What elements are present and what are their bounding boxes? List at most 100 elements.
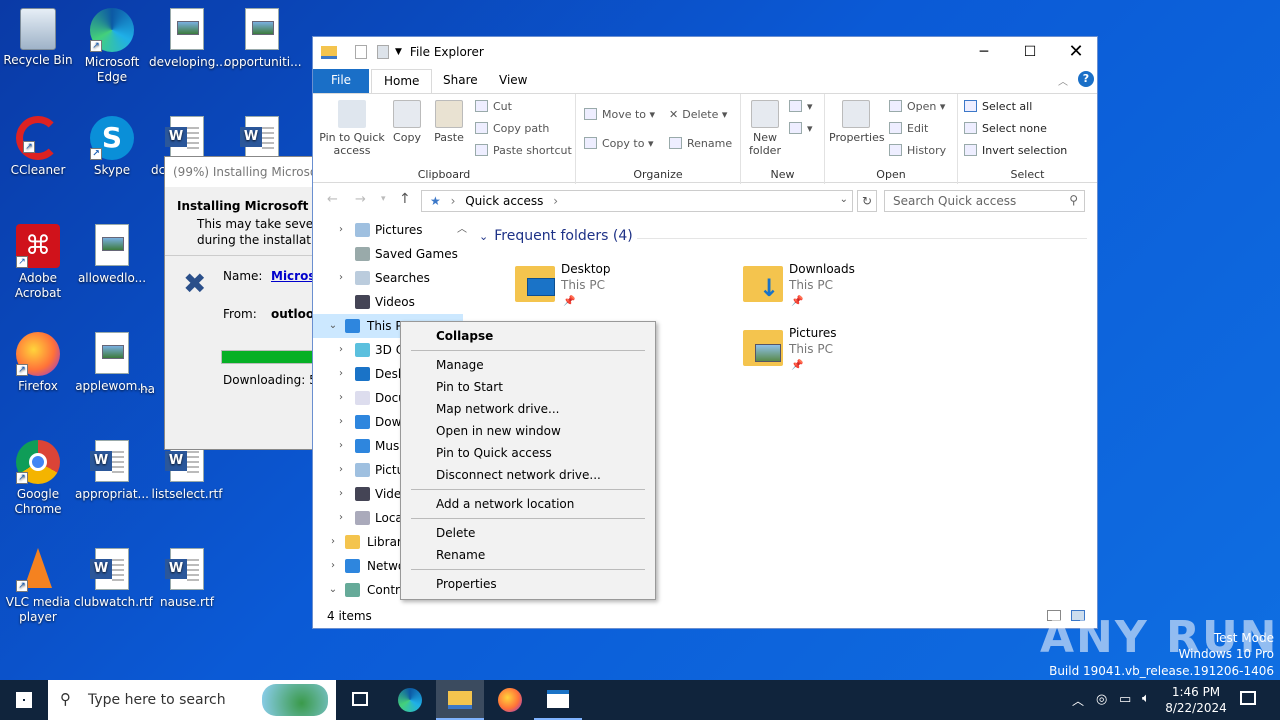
copy-to-button[interactable]: Copy to ▾ xyxy=(584,137,653,150)
folder-icon xyxy=(448,691,472,709)
desktop-icon-nause[interactable]: W nause.rtf xyxy=(149,548,225,610)
clipboard-group: Pin to Quick access Copy Paste Cut Copy … xyxy=(313,94,576,184)
desktop-icon-acrobat[interactable]: ⌘ ↗ Adobe Acrobat xyxy=(0,224,76,301)
installer-icon xyxy=(547,690,569,708)
edit-button[interactable]: Edit xyxy=(889,122,928,135)
back-icon[interactable]: ← xyxy=(327,192,338,207)
select-none-button[interactable]: Select none xyxy=(964,122,1047,135)
desktop-icon-chrome[interactable]: ↗ Google Chrome xyxy=(0,440,76,517)
copy-button[interactable]: Copy xyxy=(389,100,425,144)
minimize-button[interactable]: ─ xyxy=(961,37,1007,67)
desktop-icon-developing[interactable]: developing... xyxy=(149,8,227,70)
taskbar-firefox[interactable] xyxy=(486,680,534,720)
up-icon[interactable]: ↑ xyxy=(399,191,411,207)
desktop-icon-allowedlo[interactable]: allowedlo... xyxy=(74,224,150,286)
desktop-icon-opportuniti[interactable]: opportuniti... xyxy=(224,8,302,70)
desktop-icon-ha[interactable]: ha xyxy=(140,372,164,397)
tab-share[interactable]: Share xyxy=(431,69,490,93)
forward-icon[interactable]: → xyxy=(355,192,366,207)
menu-item-collapse[interactable]: Collapse xyxy=(436,327,493,345)
select-group: Select all Select none Invert selection … xyxy=(958,94,1097,184)
paste-button[interactable]: Paste xyxy=(431,100,467,144)
downloads-folder-icon: ↓ xyxy=(743,266,783,302)
desktop-icon-clubwatch[interactable]: W clubwatch.rtf xyxy=(74,548,153,610)
cut-button[interactable]: Cut xyxy=(475,100,512,113)
menu-item-add-network-location[interactable]: Add a network location xyxy=(436,495,574,513)
menu-item-rename[interactable]: Rename xyxy=(436,546,485,564)
qat-dropdown-icon[interactable]: ▼ xyxy=(395,47,402,57)
from-label: From: xyxy=(223,307,257,321)
history-button[interactable]: History xyxy=(889,144,946,157)
security-icon[interactable]: ◎ xyxy=(1096,692,1107,707)
menu-item-disconnect-network-drive[interactable]: Disconnect network drive... xyxy=(436,466,601,484)
installer-title: (99%) Installing Microsoft Supp xyxy=(165,157,323,187)
maximize-button[interactable]: ☐ xyxy=(1007,37,1053,67)
clock[interactable]: 1:46 PM 8/22/2024 xyxy=(1164,684,1228,716)
taskbar-search-box[interactable]: ⚲ Type here to search xyxy=(48,680,336,720)
menu-item-pin-to-start[interactable]: Pin to Start xyxy=(436,378,503,396)
new-folder-button[interactable]: New folder xyxy=(745,100,785,157)
move-to-button[interactable]: Move to ▾ xyxy=(584,108,655,121)
copy-path-button[interactable]: Copy path xyxy=(475,122,549,135)
image-file-icon xyxy=(240,8,284,52)
desktop-icon-vlc[interactable]: ↗ VLC media player xyxy=(0,548,76,625)
folder-pictures[interactable]: Pictures This PC 📌 xyxy=(743,326,963,382)
control-panel-icon xyxy=(345,583,360,597)
address-field[interactable]: ★ › Quick access › ⌄ xyxy=(421,190,853,212)
frequent-folders-header[interactable]: ⌄ Frequent folders (4) xyxy=(479,228,633,244)
help-icon[interactable]: ? xyxy=(1078,71,1094,87)
paste-shortcut-button[interactable]: Paste shortcut xyxy=(475,144,572,157)
menu-item-open-new-window[interactable]: Open in new window xyxy=(436,422,561,440)
address-dropdown-icon[interactable]: ⌄ xyxy=(840,194,848,205)
start-button[interactable] xyxy=(0,680,48,720)
select-all-button[interactable]: Select all xyxy=(964,100,1032,113)
tab-file[interactable]: File xyxy=(313,69,369,93)
notifications-icon[interactable] xyxy=(1240,691,1256,705)
menu-item-manage[interactable]: Manage xyxy=(436,356,484,374)
menu-item-map-network-drive[interactable]: Map network drive... xyxy=(436,400,560,418)
ribbon-collapse-icon[interactable]: ︿ xyxy=(1058,73,1068,88)
new-folder-qat-icon[interactable] xyxy=(377,45,389,59)
recent-locations-icon[interactable]: ▾ xyxy=(381,194,386,204)
desktop-icon-recycle-bin[interactable]: Recycle Bin xyxy=(0,8,76,68)
desktop-icon-ccleaner[interactable]: ↗ CCleaner xyxy=(0,116,76,178)
properties-button[interactable]: Properties xyxy=(829,100,885,144)
show-hidden-icons[interactable]: ︿ xyxy=(1072,692,1084,709)
close-button[interactable]: ✕ xyxy=(1053,37,1099,67)
rename-button[interactable]: Rename xyxy=(669,137,732,150)
downloads-icon xyxy=(355,415,370,429)
watermark-test-mode: Test Mode xyxy=(1213,631,1274,645)
invert-selection-button[interactable]: Invert selection xyxy=(964,144,1067,157)
desktop-icon-firefox[interactable]: ↗ Firefox xyxy=(0,332,76,394)
taskbar-file-explorer[interactable] xyxy=(436,680,484,720)
delete-button[interactable]: ✕ Delete ▾ xyxy=(669,108,727,121)
network-icon[interactable]: ▭ xyxy=(1119,692,1131,707)
menu-item-pin-quick-access[interactable]: Pin to Quick access xyxy=(436,444,552,462)
installer-window[interactable]: (99%) Installing Microsoft Supp Installi… xyxy=(164,156,347,450)
search-input[interactable]: Search Quick access ⚲ xyxy=(884,190,1085,212)
vlc-icon: ↗ xyxy=(16,548,60,592)
desktop-icon-applewom[interactable]: applewom... xyxy=(74,332,150,394)
properties-qat-icon[interactable] xyxy=(355,45,367,59)
folder-desktop[interactable]: Desktop This PC 📌 xyxy=(515,262,735,318)
menu-item-properties[interactable]: Properties xyxy=(436,575,497,593)
desktop-icon-edge[interactable]: ↗ Microsoft Edge xyxy=(74,8,150,85)
pin-quick-access-button[interactable]: Pin to Quick access xyxy=(317,100,387,157)
easy-access-button[interactable]: ▾ xyxy=(789,122,813,135)
refresh-icon[interactable]: ↻ xyxy=(857,190,877,212)
new-item-button[interactable]: ▾ xyxy=(789,100,813,113)
chrome-icon: ↗ xyxy=(16,440,60,484)
taskbar-edge[interactable] xyxy=(386,680,434,720)
open-button[interactable]: Open ▾ xyxy=(889,100,945,113)
task-view-button[interactable] xyxy=(336,680,384,720)
desktop-icon-skype[interactable]: S ↗ Skype xyxy=(74,116,150,178)
volume-icon[interactable]: 🔈︎ xyxy=(1142,691,1150,706)
taskbar-installer[interactable] xyxy=(534,680,582,720)
tab-view[interactable]: View xyxy=(487,69,539,93)
folder-downloads[interactable]: ↓ Downloads This PC 📌 xyxy=(743,262,963,318)
menu-item-delete[interactable]: Delete xyxy=(436,524,475,542)
status-bar: 4 items xyxy=(313,604,1097,628)
desktop-icon-appropriat[interactable]: W appropriat... xyxy=(74,440,150,502)
tab-home[interactable]: Home xyxy=(371,69,433,94)
3d-objects-icon xyxy=(355,343,370,357)
